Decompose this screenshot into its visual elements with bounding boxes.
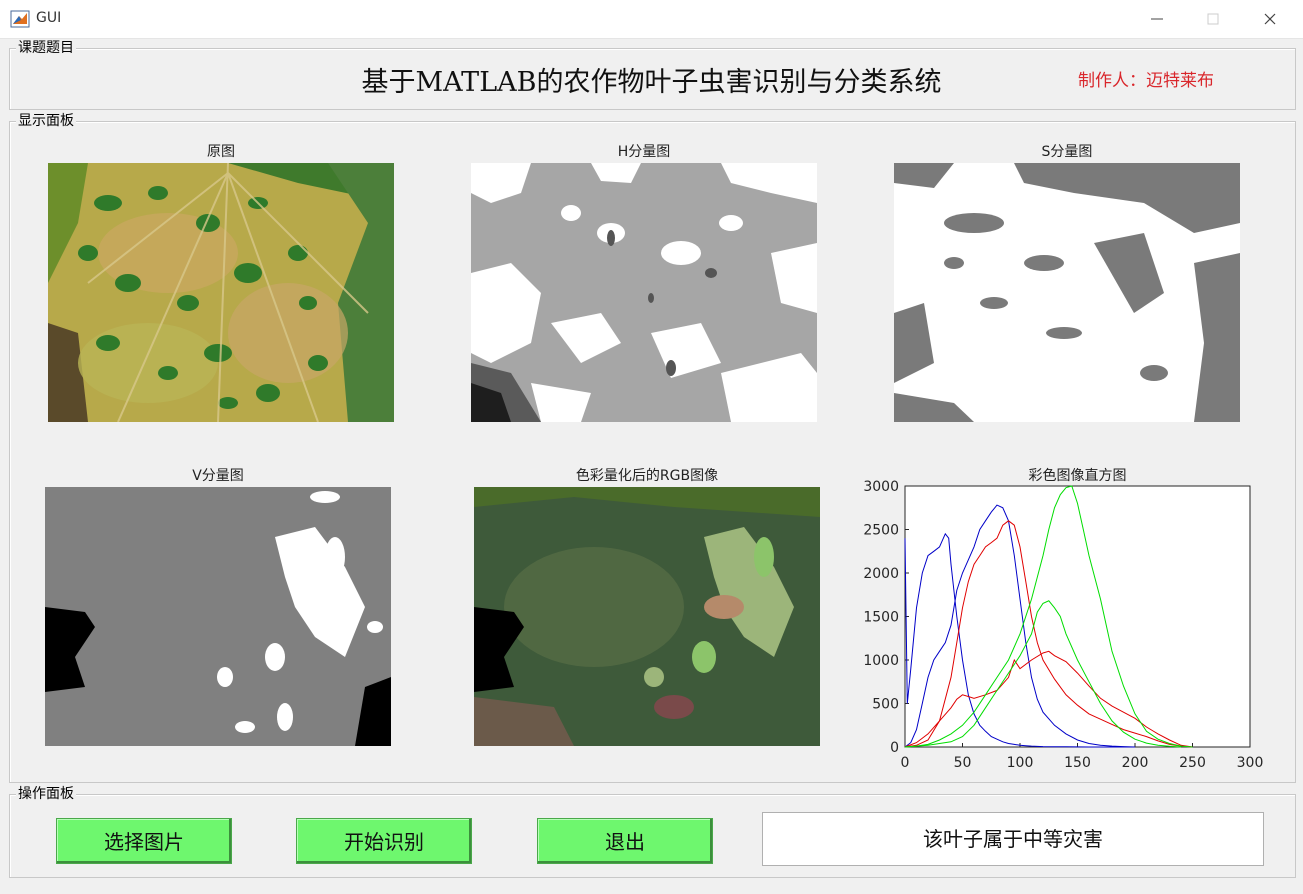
v-component-image	[45, 487, 391, 746]
y-tick-label: 1500	[863, 610, 899, 626]
quantized-rgb-image	[474, 487, 820, 746]
result-display: 该叶子属于中等灾害	[762, 812, 1264, 866]
maximize-icon[interactable]	[1193, 4, 1233, 34]
window-titlebar: GUI	[0, 0, 1303, 39]
original-image	[48, 163, 394, 422]
x-tick-label: 200	[1122, 755, 1149, 771]
v-component-title: V分量图	[192, 468, 244, 484]
h-component-title: H分量图	[617, 144, 671, 160]
operation-panel-label: 操作面板	[16, 785, 76, 803]
author-label: 制作人：迈特莱布	[1078, 71, 1214, 91]
quantized-rgb-title: 色彩量化后的RGB图像	[575, 468, 719, 484]
x-tick-label: 300	[1237, 755, 1264, 771]
select-image-button[interactable]: 选择图片	[56, 818, 232, 864]
display-panel-label: 显示面板	[16, 112, 76, 130]
x-tick-label: 100	[1007, 755, 1034, 771]
y-tick-label: 2000	[863, 566, 899, 582]
window-title: GUI	[36, 10, 62, 26]
y-tick-label: 0	[890, 740, 899, 756]
y-tick-label: 1000	[863, 653, 899, 669]
histogram-chart: 0 50 100 150 200 250 3000500100015002000250030…	[863, 479, 1264, 771]
x-tick-label: 150	[1064, 755, 1091, 771]
close-icon[interactable]	[1250, 4, 1290, 34]
exit-button[interactable]: 退出	[537, 818, 713, 864]
topic-panel-label: 课题题目	[16, 39, 76, 57]
start-recognition-button[interactable]: 开始识别	[296, 818, 472, 864]
bottom-strip	[0, 884, 1303, 894]
y-tick-label: 500	[872, 697, 899, 713]
s-component-image	[894, 163, 1240, 422]
original-image-title: 原图	[207, 144, 235, 160]
matlab-icon	[10, 10, 30, 28]
s-component-title: S分量图	[1041, 144, 1093, 160]
h-component-image	[471, 163, 817, 422]
x-tick-label: 50	[954, 755, 972, 771]
x-tick-label: 0	[901, 755, 910, 771]
x-tick-label: 250	[1179, 755, 1206, 771]
y-tick-label: 2500	[863, 523, 899, 539]
y-tick-label: 3000	[863, 479, 899, 495]
minimize-icon[interactable]	[1137, 4, 1177, 34]
